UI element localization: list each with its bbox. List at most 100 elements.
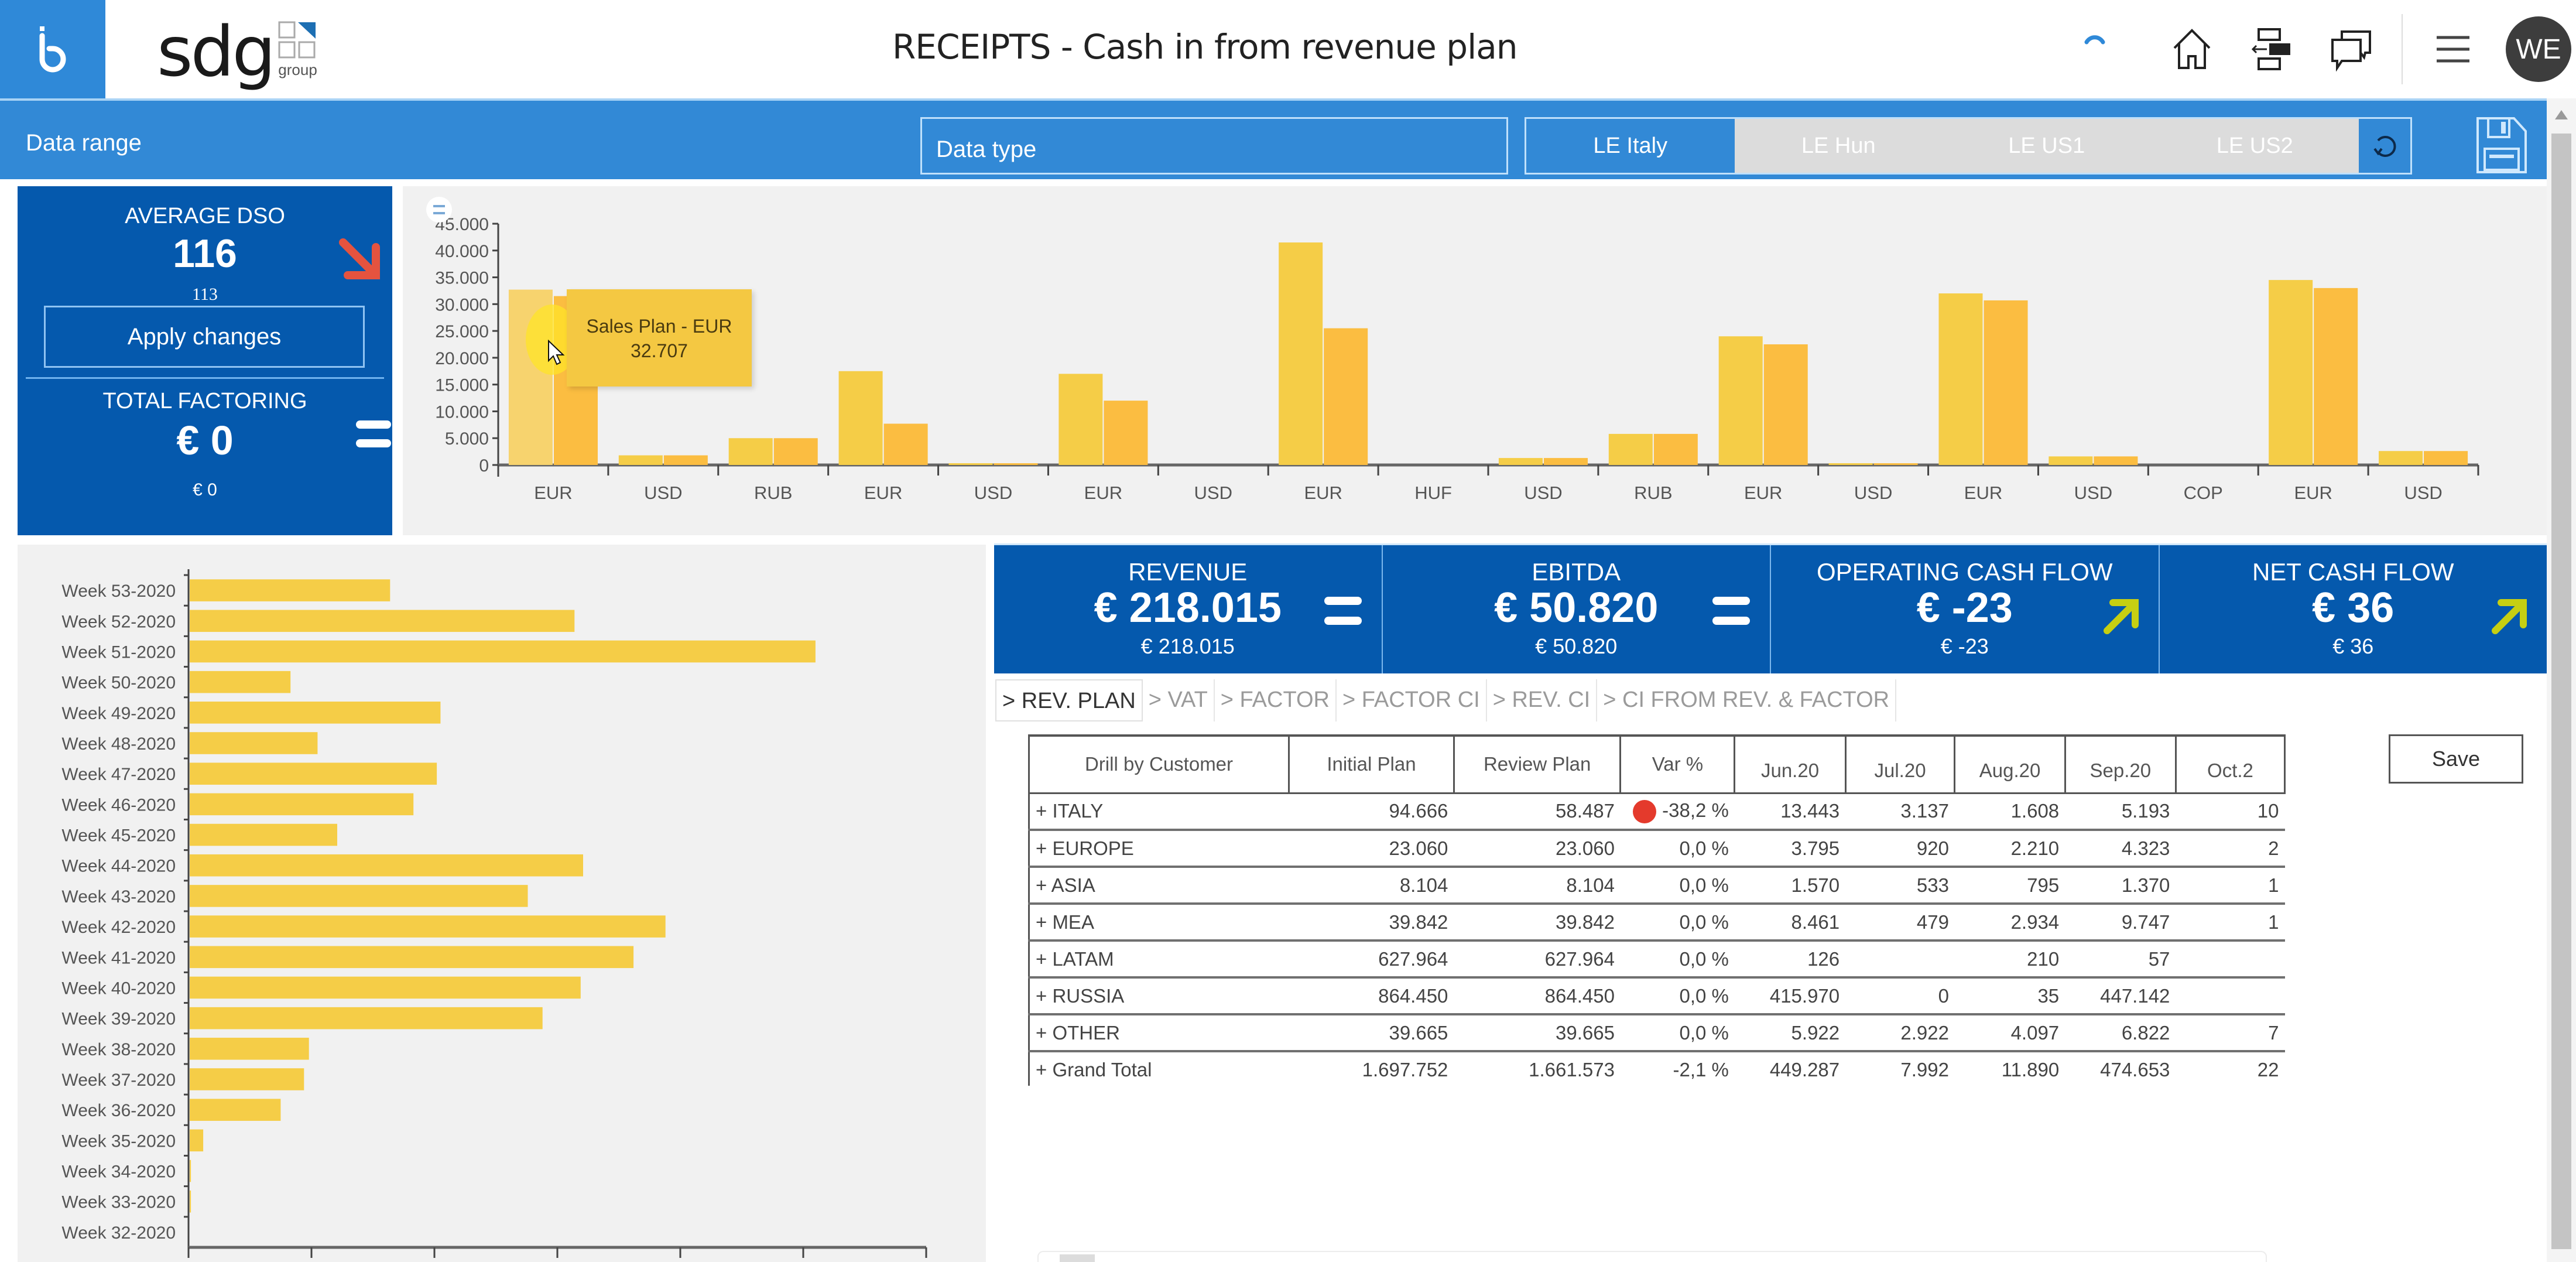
week-bar[interactable] (190, 1160, 191, 1182)
week-bar[interactable] (190, 854, 583, 877)
customer-name-cell[interactable]: + ASIA (1028, 867, 1289, 905)
jul-cell[interactable]: 533 (1845, 867, 1955, 905)
bar-sales-plan[interactable] (1608, 433, 1653, 465)
tab-rev-plan[interactable]: > REV. PLAN (995, 679, 1143, 721)
aug-cell[interactable]: 2.210 (1954, 830, 2065, 868)
review-cell[interactable]: 8.104 (1454, 867, 1621, 905)
jul-cell[interactable]: 7.992 (1845, 1051, 1955, 1086)
aug-cell[interactable]: 210 (1954, 940, 2065, 979)
bar-review-plan[interactable] (1324, 328, 1368, 465)
bar-sales-plan[interactable] (2269, 280, 2313, 465)
table-horizontal-scrollbar[interactable] (1037, 1251, 2267, 1262)
col-header[interactable]: Drill by Customer (1028, 734, 1290, 794)
bar-review-plan[interactable] (773, 438, 818, 465)
refresh-button[interactable] (2359, 119, 2410, 173)
bar-sales-plan[interactable] (1498, 458, 1543, 465)
review-cell[interactable]: 39.842 (1454, 904, 1621, 942)
scrollbar-thumb[interactable] (2551, 134, 2571, 1249)
sep-cell[interactable]: 5.193 (2065, 793, 2176, 831)
bar-review-plan[interactable] (1873, 463, 1918, 465)
aug-cell[interactable]: 1.608 (1954, 793, 2065, 831)
initial-cell[interactable]: 8.104 (1289, 867, 1454, 905)
aug-cell[interactable]: 4.097 (1954, 1014, 2065, 1052)
col-header[interactable]: Oct.2 (2174, 734, 2286, 794)
data-range-filter[interactable]: Data range (26, 130, 142, 156)
aug-cell[interactable]: 2.934 (1954, 904, 2065, 942)
customer-name-cell[interactable]: + LATAM (1028, 940, 1289, 979)
jun-cell[interactable]: 1.570 (1734, 867, 1846, 905)
jun-cell[interactable]: 415.970 (1734, 977, 1846, 1015)
scrollbar-thumb[interactable] (1060, 1254, 1095, 1262)
bar-review-plan[interactable] (2424, 451, 2468, 465)
sep-cell[interactable]: 447.142 (2065, 977, 2176, 1015)
save-button[interactable]: Save (2389, 734, 2523, 784)
sep-cell[interactable]: 57 (2065, 940, 2176, 979)
jul-cell[interactable]: 2.922 (1845, 1014, 1955, 1052)
jun-cell[interactable]: 8.461 (1734, 904, 1846, 942)
week-bar[interactable] (190, 640, 816, 663)
apply-changes-button[interactable]: Apply changes (44, 306, 365, 368)
sep-cell[interactable]: 4.323 (2065, 830, 2176, 868)
chart-menu-button[interactable] (426, 197, 452, 223)
le-tab-hun[interactable]: LE Hun (1734, 119, 1943, 173)
customer-name-cell[interactable]: + Grand Total (1028, 1051, 1289, 1086)
customer-name-cell[interactable]: + MEA (1028, 904, 1289, 942)
initial-cell[interactable]: 864.450 (1289, 977, 1454, 1015)
bar-sales-plan[interactable] (2049, 456, 2093, 465)
customer-name-cell[interactable]: + EUROPE (1028, 830, 1289, 868)
table-row[interactable]: + ASIA 8.104 8.104 0,0 % 1.570 533 795 1.370 1 (1028, 867, 2285, 905)
bar-sales-plan[interactable] (2379, 451, 2423, 465)
bar-review-plan[interactable] (2314, 288, 2358, 465)
week-bar[interactable] (190, 671, 291, 693)
bar-review-plan[interactable] (663, 455, 708, 465)
bar-sales-plan[interactable] (1828, 463, 1873, 465)
week-bar[interactable] (190, 1068, 304, 1090)
bar-sales-plan[interactable] (618, 455, 663, 465)
table-row[interactable]: + ITALY 94.666 58.487 -38,2 % 13.443 3.137 1.6… (1028, 793, 2285, 831)
data-type-filter[interactable]: Data type (920, 117, 1508, 175)
week-bar[interactable] (190, 946, 634, 969)
user-avatar[interactable]: WE (2506, 16, 2571, 82)
home-button[interactable] (2163, 20, 2221, 78)
sep-cell[interactable]: 6.822 (2065, 1014, 2176, 1052)
initial-cell[interactable]: 627.964 (1289, 940, 1454, 979)
bar-review-plan[interactable] (1543, 458, 1588, 465)
initial-cell[interactable]: 39.842 (1289, 904, 1454, 942)
initial-cell[interactable]: 1.697.752 (1289, 1051, 1454, 1086)
week-bar[interactable] (190, 915, 666, 938)
jul-cell[interactable]: 920 (1845, 830, 1955, 868)
review-cell[interactable]: 864.450 (1454, 977, 1621, 1015)
jul-cell[interactable]: 0 (1845, 977, 1955, 1015)
aug-cell[interactable]: 35 (1954, 977, 2065, 1015)
bar-sales-plan[interactable] (838, 371, 883, 465)
col-header[interactable]: Sep.20 (2064, 734, 2177, 794)
col-header[interactable]: Review Plan (1453, 734, 1622, 794)
bar-sales-plan[interactable] (1059, 374, 1103, 465)
layout-button[interactable] (2242, 20, 2301, 78)
initial-cell[interactable]: 94.666 (1289, 793, 1454, 831)
week-bar[interactable] (190, 762, 437, 785)
floppy-disk-icon[interactable] (2475, 116, 2528, 175)
initial-cell[interactable]: 23.060 (1289, 830, 1454, 868)
customer-name-cell[interactable]: + ITALY (1028, 793, 1289, 831)
jun-cell[interactable]: 126 (1734, 940, 1846, 979)
review-cell[interactable]: 39.665 (1454, 1014, 1621, 1052)
tab-factor[interactable]: > FACTOR (1214, 679, 1337, 721)
table-row[interactable]: + Grand Total 1.697.752 1.661.573 -2,1 % 449… (1028, 1051, 2285, 1086)
bar-sales-plan[interactable] (1718, 336, 1763, 465)
week-bar[interactable] (190, 1099, 281, 1121)
week-bar[interactable] (190, 1038, 309, 1060)
jul-cell[interactable] (1845, 940, 1955, 979)
table-row[interactable]: + RUSSIA 864.450 864.450 0,0 % 415.970 0 35 447… (1028, 977, 2285, 1015)
col-header[interactable]: Aug.20 (1954, 734, 2066, 794)
table-row[interactable]: + MEA 39.842 39.842 0,0 % 8.461 479 2.934 9.747… (1028, 904, 2285, 942)
bar-review-plan[interactable] (883, 423, 928, 465)
menu-button[interactable] (2424, 20, 2482, 78)
le-tab-us2[interactable]: LE US2 (2150, 119, 2359, 173)
week-bar[interactable] (190, 793, 414, 816)
table-row[interactable]: + LATAM 627.964 627.964 0,0 % 126 210 57 (1028, 940, 2285, 979)
week-bar[interactable] (190, 579, 390, 601)
page-scrollbar[interactable] (2547, 98, 2576, 1262)
bar-review-plan[interactable] (1984, 300, 2028, 465)
jun-cell[interactable]: 3.795 (1734, 830, 1846, 868)
